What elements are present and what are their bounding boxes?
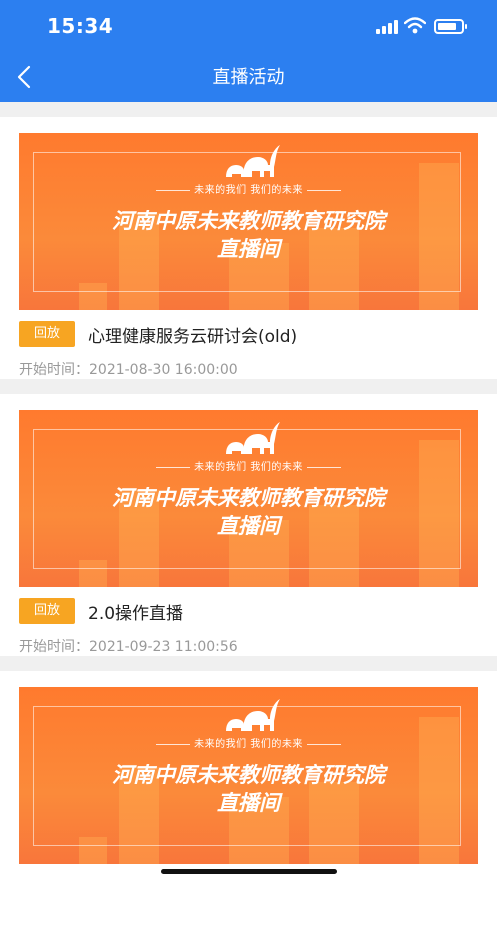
activity-card[interactable]: 未来的我们 我们的未来 河南中原未来教师教育研究院 直播间 [0,671,497,933]
activity-start-time: 开始时间：2021-09-23 11:00:56 [19,639,238,655]
banner-title: 河南中原未来教师教育研究院 直播间 [112,486,385,538]
app-header: 15:34 直播活动 [0,0,497,102]
activity-title[interactable]: 心理健康服务云研讨会(old) [88,322,297,347]
banner-slogan: 未来的我们 我们的未来 [19,735,478,750]
activity-banner[interactable]: 未来的我们 我们的未来 河南中原未来教师教育研究院 直播间 [19,687,478,864]
elephant-logo-icon [226,422,280,454]
signal-icon [376,20,398,34]
banner-title: 河南中原未来教师教育研究院 直播间 [112,209,385,261]
activity-banner[interactable]: 未来的我们 我们的未来 河南中原未来教师教育研究院 直播间 [19,133,478,310]
home-indicator[interactable] [161,869,337,874]
status-time: 15:34 [47,14,114,38]
banner-slogan: 未来的我们 我们的未来 [19,181,478,196]
activity-card[interactable]: 未来的我们 我们的未来 河南中原未来教师教育研究院 直播间 回放 心理健康服务云… [0,117,497,379]
activity-list: 未来的我们 我们的未来 河南中原未来教师教育研究院 直播间 回放 心理健康服务云… [0,102,497,933]
banner-slogan: 未来的我们 我们的未来 [19,458,478,473]
banner-title: 河南中原未来教师教育研究院 直播间 [112,763,385,815]
activity-start-time: 开始时间：2021-08-30 16:00:00 [19,362,238,378]
replay-badge: 回放 [19,321,75,347]
battery-icon [434,19,467,34]
elephant-logo-icon [226,145,280,177]
activity-card[interactable]: 未来的我们 我们的未来 河南中原未来教师教育研究院 直播间 回放 2.0操作直播… [0,394,497,656]
replay-badge: 回放 [19,598,75,624]
activity-title[interactable]: 2.0操作直播 [88,599,183,624]
status-bar: 15:34 [0,0,497,52]
elephant-logo-icon [226,699,280,731]
page-title: 直播活动 [212,67,285,88]
wifi-icon [404,17,426,34]
activity-banner[interactable]: 未来的我们 我们的未来 河南中原未来教师教育研究院 直播间 [19,410,478,587]
